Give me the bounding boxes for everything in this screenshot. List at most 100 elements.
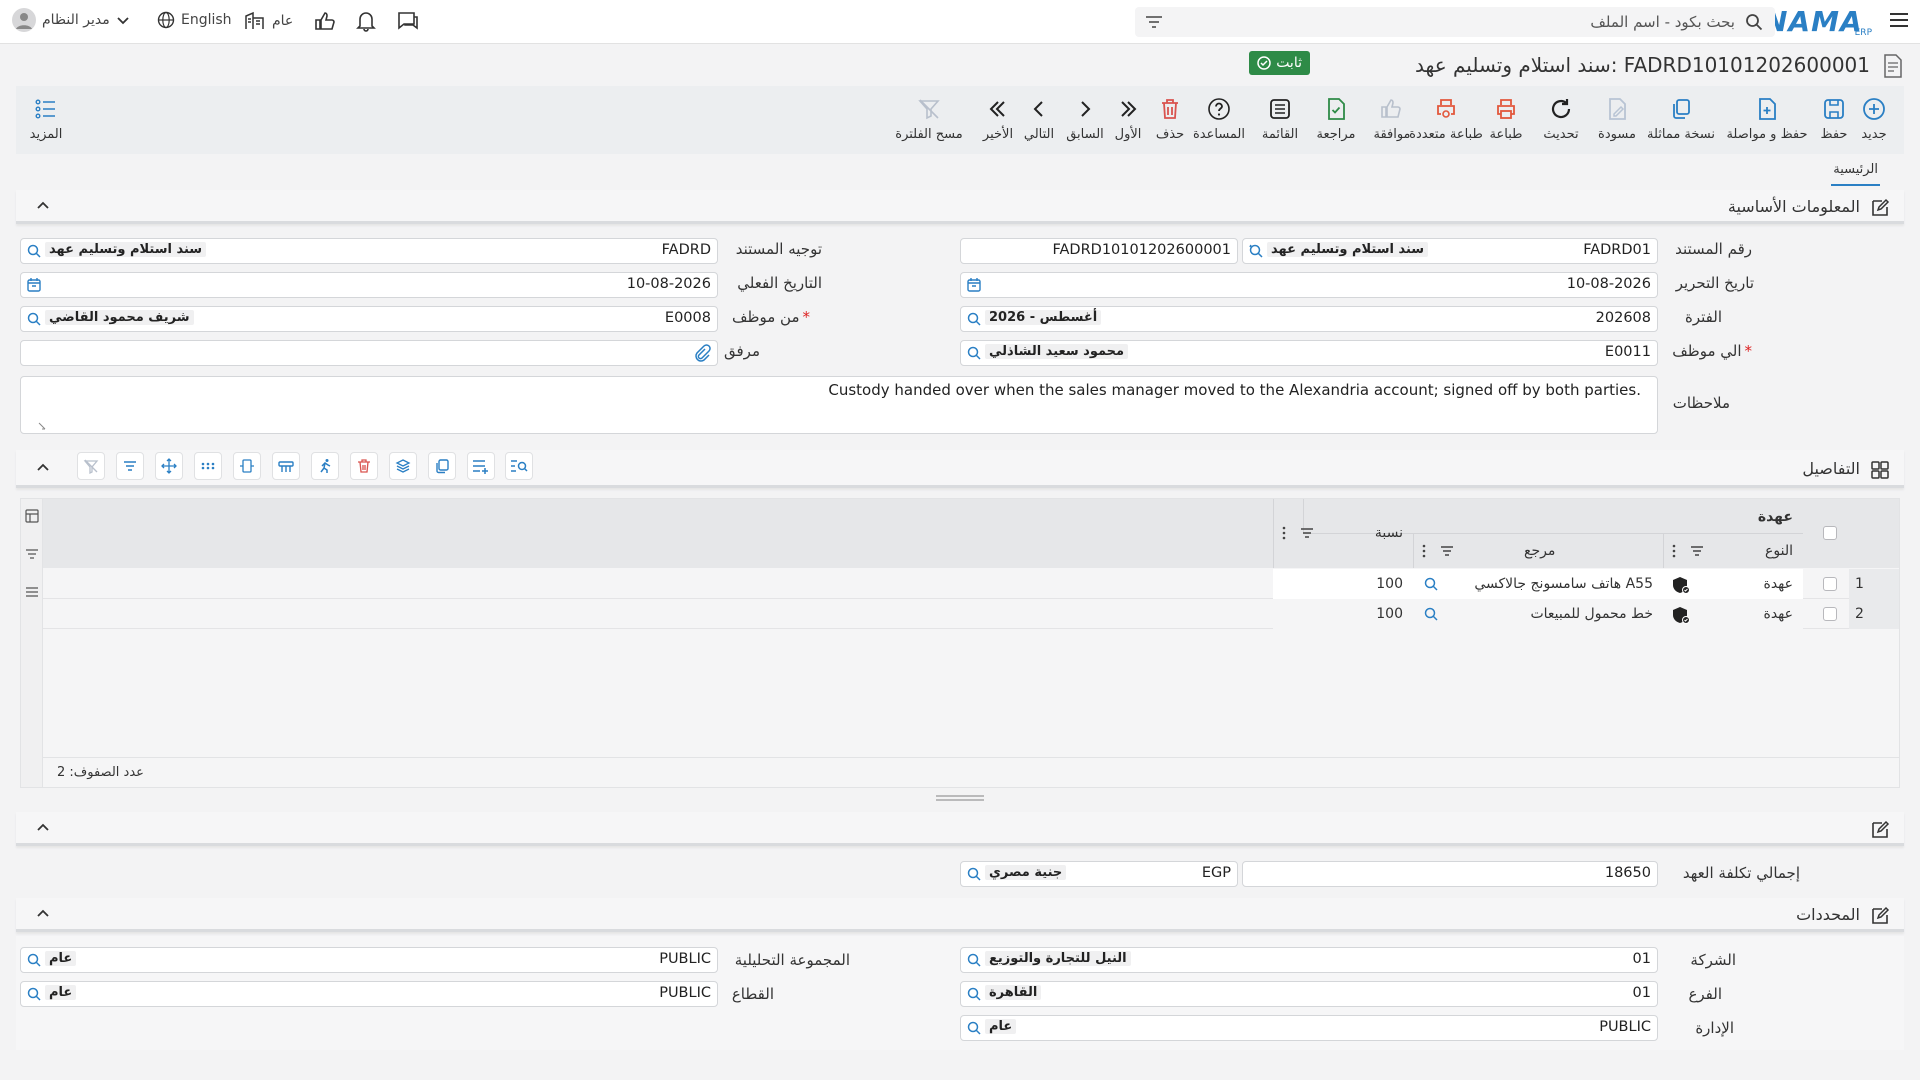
- calendar-icon[interactable]: [26, 277, 42, 293]
- grid-delete-button[interactable]: [350, 452, 378, 480]
- lookup-icon[interactable]: [26, 986, 42, 1002]
- lookup-icon[interactable]: [1423, 606, 1439, 622]
- save-button[interactable]: حفظ: [1804, 86, 1864, 154]
- branch-label: الفرع: [1688, 985, 1722, 1003]
- chevron-up-icon[interactable]: [36, 461, 50, 473]
- filter-icon[interactable]: [1690, 545, 1704, 557]
- column-reference[interactable]: مرجع: [1413, 534, 1663, 568]
- column-type[interactable]: النوع: [1663, 534, 1803, 568]
- lookup-icon[interactable]: [966, 311, 982, 327]
- messages-icon[interactable]: [396, 10, 420, 32]
- chevron-up-icon[interactable]: [36, 821, 50, 833]
- resize-splitter[interactable]: [936, 794, 984, 802]
- first-button[interactable]: الأول: [1106, 86, 1150, 154]
- refresh-button[interactable]: تحديث: [1531, 86, 1591, 154]
- filter-icon[interactable]: [25, 547, 39, 561]
- filter-icon[interactable]: [1440, 545, 1454, 557]
- list-button[interactable]: القائمة: [1250, 86, 1310, 154]
- next-button[interactable]: التالي: [1017, 86, 1061, 154]
- help-button[interactable]: المساعدة: [1184, 86, 1254, 154]
- period-field[interactable]: 2026 - أغسطس 202608: [960, 306, 1658, 332]
- table-row[interactable]: 1 عهدة هاتف سامسونج جالاكسي A55 100: [43, 569, 1899, 599]
- lookup-icon[interactable]: [966, 952, 982, 968]
- review-button[interactable]: مراجعة: [1306, 86, 1366, 154]
- cell-reference[interactable]: هاتف سامسونج جالاكسي A55: [1413, 569, 1663, 599]
- doc-no-field[interactable]: سند استلام وتسليم عهد FADRD01: [1242, 238, 1658, 264]
- menu-icon[interactable]: [1888, 10, 1920, 30]
- lookup-icon[interactable]: [966, 866, 982, 882]
- clear-filter-button[interactable]: مسح الفلترة: [889, 86, 969, 154]
- cell-reference[interactable]: خط محمول للمبيعات: [1413, 599, 1663, 629]
- last-button[interactable]: الأخير: [976, 86, 1020, 154]
- grid-search-button[interactable]: [505, 452, 533, 480]
- app-logo[interactable]: NAMA ERP: [1764, 5, 1872, 38]
- company-label: الشركة: [1690, 951, 1736, 969]
- column-percentage[interactable]: نسبة: [1273, 499, 1413, 568]
- approve-button[interactable]: موافقة: [1362, 86, 1422, 154]
- notes-textarea[interactable]: Custody handed over when the sales manag…: [20, 376, 1658, 434]
- table-icon[interactable]: [25, 509, 39, 523]
- tab-main[interactable]: الرئيسية: [1831, 160, 1880, 186]
- resize-handle-icon[interactable]: [37, 421, 47, 431]
- company-field[interactable]: النيل للتجارة والتوزيع 01: [960, 947, 1658, 973]
- cell-percentage[interactable]: 100: [1273, 599, 1413, 629]
- calendar-icon[interactable]: [966, 277, 982, 293]
- lookup-icon[interactable]: [26, 243, 42, 259]
- paperclip-icon[interactable]: [693, 344, 711, 362]
- lookup-icon[interactable]: [26, 952, 42, 968]
- from-employee-field[interactable]: شريف محمود القاضي E0008: [20, 306, 718, 332]
- grid-copy-button[interactable]: [428, 452, 456, 480]
- row-checkbox[interactable]: [1823, 577, 1837, 591]
- attachment-field[interactable]: [20, 340, 718, 366]
- filter-icon[interactable]: [1300, 527, 1314, 539]
- grid-run-button[interactable]: [311, 452, 339, 480]
- edit-date-field[interactable]: 10-08-2026: [960, 272, 1658, 298]
- save-continue-button[interactable]: حفظ و مواصلة: [1722, 86, 1812, 154]
- column-menu-icon[interactable]: [1282, 526, 1286, 540]
- scope-selector[interactable]: عام: [244, 11, 293, 31]
- language-switch[interactable]: English: [157, 11, 232, 29]
- branch-field[interactable]: القاهرة 01: [960, 981, 1658, 1007]
- grid-filter-button[interactable]: [116, 452, 144, 480]
- copy-button[interactable]: نسخة مماثلة: [1641, 86, 1721, 154]
- filter-icon[interactable]: [1145, 15, 1163, 29]
- grid-layers-button[interactable]: [389, 452, 417, 480]
- grid-dots-button[interactable]: [194, 452, 222, 480]
- currency-field[interactable]: جنية مصري EGP: [960, 861, 1238, 887]
- from-emp-label: من موظف *: [732, 308, 810, 326]
- user-menu[interactable]: مدير النظام: [12, 8, 130, 32]
- prev-button[interactable]: السابق: [1060, 86, 1110, 154]
- department-field[interactable]: عام PUBLIC: [960, 1015, 1658, 1041]
- grid-fit-columns-button[interactable]: [233, 452, 261, 480]
- bell-icon[interactable]: [356, 10, 376, 32]
- lookup-icon[interactable]: [966, 1020, 982, 1036]
- menu-icon[interactable]: [25, 585, 39, 599]
- direction-field[interactable]: سند استلام وتسليم عهد FADRD: [20, 238, 718, 264]
- grid-move-button[interactable]: [155, 452, 183, 480]
- delete-button[interactable]: حذف: [1148, 86, 1192, 154]
- grid-clear-filter-button[interactable]: [77, 452, 105, 480]
- cell-percentage[interactable]: 100: [1273, 569, 1413, 599]
- chevron-up-icon[interactable]: [36, 907, 50, 919]
- to-employee-field[interactable]: محمود سعيد الشاذلي E0011: [960, 340, 1658, 366]
- lookup-icon[interactable]: [1423, 576, 1439, 592]
- lookup-icon[interactable]: [1248, 243, 1264, 259]
- draft-button[interactable]: مسودة: [1587, 86, 1647, 154]
- row-checkbox[interactable]: [1823, 607, 1837, 621]
- more-button[interactable]: المزيد: [16, 86, 76, 154]
- table-row[interactable]: 2 عهدة خط محمول للمبيعات 100: [43, 599, 1899, 629]
- grid-split-button[interactable]: [272, 452, 300, 480]
- actual-date-field[interactable]: 10-08-2026: [20, 272, 718, 298]
- lookup-icon[interactable]: [26, 311, 42, 327]
- lookup-icon[interactable]: [966, 986, 982, 1002]
- chevron-up-icon[interactable]: [36, 199, 50, 211]
- search-input[interactable]: بحث بكود - اسم الملف: [1135, 7, 1775, 37]
- select-all-checkbox[interactable]: [1823, 526, 1837, 540]
- column-menu-icon[interactable]: [1672, 544, 1676, 558]
- grid-insert-row-button[interactable]: [467, 452, 495, 480]
- thumbs-up-icon[interactable]: [314, 10, 336, 32]
- column-menu-icon[interactable]: [1422, 544, 1426, 558]
- sector-field[interactable]: عام PUBLIC: [20, 981, 718, 1007]
- analysis-group-field[interactable]: عام PUBLIC: [20, 947, 718, 973]
- lookup-icon[interactable]: [966, 345, 982, 361]
